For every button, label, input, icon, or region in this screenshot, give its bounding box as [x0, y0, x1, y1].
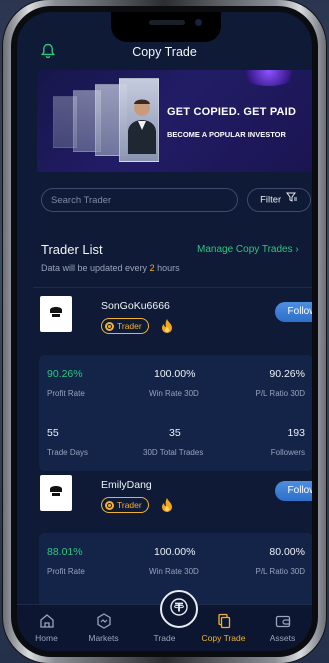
pl-ratio-label: P/L Ratio 30D — [255, 389, 305, 398]
promo-banner[interactable]: GET COPIED. GET PAID BECOME A POPULAR IN… — [37, 70, 312, 172]
filter-button[interactable]: Filter — [247, 188, 311, 212]
manage-copy-trades-link[interactable]: Manage Copy Trades › — [197, 244, 312, 255]
trader-badge-label: Trader — [117, 500, 142, 510]
profit-rate-label: Profit Rate — [47, 567, 85, 576]
page-title: Copy Trade — [132, 45, 197, 59]
nav-home[interactable]: Home — [17, 605, 76, 643]
trader-list-title: Trader List — [41, 242, 103, 257]
trader-badge-label: Trader — [117, 321, 142, 331]
banner-subline: BECOME A POPULAR INVESTOR — [167, 130, 286, 139]
pl-ratio-label: P/L Ratio 30D — [255, 567, 305, 576]
nav-copy-trade[interactable]: Copy Trade — [194, 605, 253, 643]
win-rate-value: 100.00% — [154, 368, 196, 380]
profit-rate-value: 90.26% — [47, 368, 83, 380]
update-prefix: Data will be updated every — [41, 263, 150, 273]
avatar[interactable] — [40, 296, 72, 332]
nav-home-label: Home — [35, 633, 58, 643]
followers-label: Followers — [270, 448, 305, 457]
chevron-right-icon: › — [295, 244, 299, 255]
trade-days-value: 55 — [47, 427, 59, 439]
avatar[interactable] — [40, 475, 72, 511]
nav-markets[interactable]: Markets — [74, 605, 133, 643]
notch — [111, 12, 221, 42]
trader-card-header: SonGoKu6666 Trader Follow — [33, 296, 312, 342]
markets-icon — [74, 611, 133, 631]
pl-ratio-value: 80.00% — [269, 546, 305, 558]
profit-rate-label: Profit Rate — [47, 389, 85, 398]
update-suffix: hours — [154, 263, 180, 273]
front-camera — [195, 19, 202, 26]
trade-button[interactable] — [160, 590, 198, 628]
pl-ratio-value: 90.26% — [269, 368, 305, 380]
flame-icon — [161, 497, 173, 518]
trader-stats-card[interactable]: 90.26% Profit Rate 100.00% Win Rate 30D … — [39, 355, 312, 471]
coin-icon — [105, 500, 114, 510]
flame-icon — [161, 318, 173, 339]
divider — [33, 287, 312, 288]
phone-frame: Copy Trade GET COPIED. GET PAID BECOME A… — [3, 0, 326, 663]
win-rate-value: 100.00% — [154, 546, 196, 558]
trade-icon — [169, 597, 189, 622]
trader-name[interactable]: EmilyDang — [101, 479, 152, 491]
nav-markets-label: Markets — [88, 633, 119, 643]
copy-trade-icon — [194, 611, 253, 631]
filter-label: Filter — [260, 194, 282, 206]
nav-assets-label: Assets — [269, 633, 296, 643]
speaker — [149, 20, 185, 25]
home-icon — [17, 611, 76, 631]
nav-trade-label: Trade — [153, 633, 176, 643]
followers-value: 193 — [287, 427, 305, 439]
win-rate-label: Win Rate 30D — [149, 567, 199, 576]
total-trades-value: 35 — [169, 427, 181, 439]
trader-badge: Trader — [101, 318, 149, 334]
wallet-icon — [253, 611, 312, 631]
app-screen: Copy Trade GET COPIED. GET PAID BECOME A… — [17, 12, 312, 651]
trader-badge: Trader — [101, 497, 149, 513]
header: Copy Trade — [17, 40, 312, 68]
follow-button[interactable]: Follow — [275, 481, 312, 501]
trade-days-label: Trade Days — [47, 448, 89, 457]
search-input[interactable]: Search Trader — [41, 188, 238, 212]
trader-name[interactable]: SonGoKu6666 — [101, 300, 170, 312]
banner-orb — [239, 70, 299, 86]
follow-button[interactable]: Follow — [275, 302, 312, 322]
banner-headline: GET COPIED. GET PAID — [167, 106, 297, 118]
avatar-placeholder-icon — [48, 304, 64, 323]
investor-portrait-icon — [127, 94, 157, 159]
coin-icon — [105, 321, 114, 331]
trader-card-header: EmilyDang Trader Follow — [33, 475, 312, 521]
manage-copy-trades-label: Manage Copy Trades — [197, 244, 293, 255]
filter-icon — [285, 189, 298, 211]
profit-rate-value: 88.01% — [47, 546, 83, 558]
nav-assets[interactable]: Assets — [253, 605, 312, 643]
win-rate-label: Win Rate 30D — [149, 389, 199, 398]
total-trades-label: 30D Total Trades — [143, 448, 204, 457]
nav-copy-trade-label: Copy Trade — [201, 633, 246, 643]
update-note: Data will be updated every 2 hours — [41, 263, 180, 273]
avatar-placeholder-icon — [48, 483, 64, 502]
